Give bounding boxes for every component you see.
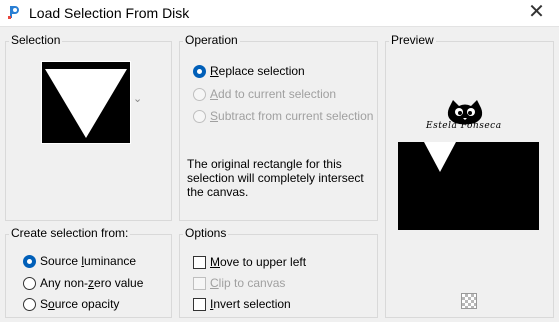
source-opacity-label: Source opacity — [40, 297, 120, 311]
invert-selection-checkbox[interactable]: Invert selection — [193, 296, 291, 312]
checkerboard-icon[interactable] — [461, 293, 477, 309]
add-to-selection-radio[interactable]: Add to current selection — [193, 86, 336, 102]
clip-to-canvas-checkbox[interactable]: Clip to canvas — [193, 275, 285, 291]
paintshop-icon — [8, 6, 19, 19]
selection-thumbnail[interactable] — [41, 61, 131, 144]
subtract-selection-label: Subtract from current selection — [210, 109, 374, 123]
radio-indicator — [193, 64, 206, 78]
preview-panel: Preview Estela Fonseca — [385, 33, 554, 318]
selection-triangle — [42, 62, 130, 143]
subtract-selection-radio[interactable]: Subtract from current selection — [193, 108, 373, 124]
source-luminance-radio[interactable]: Source luminance — [23, 253, 136, 269]
invert-selection-label: Invert selection — [210, 297, 291, 311]
selection-title: Selection — [9, 33, 63, 47]
create-selection-title: Create selection from: — [9, 226, 131, 240]
checkbox-indicator — [193, 297, 206, 311]
options-panel: Options Move to upper left Clip to canva… — [179, 226, 378, 318]
checkbox-indicator — [193, 255, 206, 269]
source-luminance-label: Source luminance — [40, 254, 137, 268]
watermark-text: Estela Fonseca — [426, 121, 502, 131]
preview-triangle — [424, 142, 456, 172]
replace-selection-radio[interactable]: Replace selection — [193, 63, 305, 79]
options-title: Options — [183, 226, 229, 240]
move-to-upper-left-checkbox[interactable]: Move to upper left — [193, 254, 306, 270]
add-to-selection-label: Add to current selection — [210, 87, 337, 101]
operation-panel: Operation Replace selection Add to curre… — [179, 33, 378, 221]
move-to-upper-left-label: Move to upper left — [210, 255, 307, 269]
checkbox-indicator — [193, 276, 206, 290]
preview-title: Preview — [389, 33, 436, 47]
radio-indicator — [23, 297, 36, 311]
operation-message: The original rectangle for this selectio… — [187, 157, 364, 199]
radio-indicator — [23, 254, 36, 268]
selection-panel: Selection ⌄ — [5, 33, 172, 221]
operation-title: Operation — [183, 33, 240, 47]
close-button[interactable]: ✕ — [514, 0, 559, 27]
title-bar: Load Selection From Disk ✕ — [0, 0, 559, 27]
radio-indicator — [23, 276, 36, 290]
source-opacity-radio[interactable]: Source opacity — [23, 296, 119, 312]
radio-indicator — [193, 87, 206, 101]
non-zero-value-label: Any non-zero value — [40, 276, 144, 290]
window-title: Load Selection From Disk — [29, 5, 190, 21]
replace-selection-label: Replace selection — [210, 64, 305, 78]
selection-dropdown-arrow[interactable]: ⌄ — [133, 92, 142, 105]
clip-to-canvas-label: Clip to canvas — [210, 276, 286, 290]
preview-canvas — [398, 142, 539, 230]
create-selection-panel: Create selection from: Source luminance … — [5, 226, 172, 318]
non-zero-value-radio[interactable]: Any non-zero value — [23, 275, 143, 291]
radio-indicator — [193, 109, 206, 123]
